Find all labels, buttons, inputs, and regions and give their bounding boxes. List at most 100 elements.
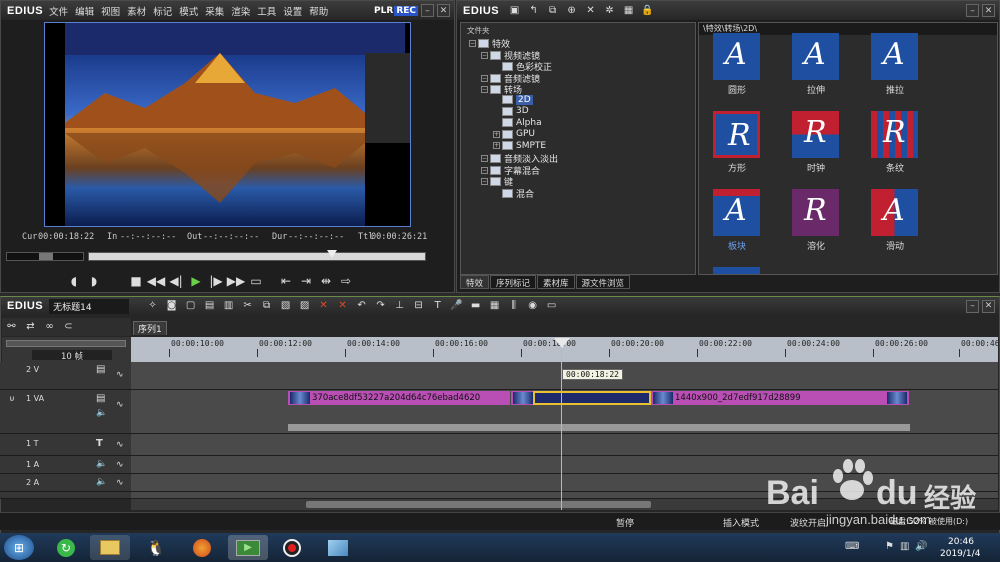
- menu-item[interactable]: 编辑: [75, 7, 94, 18]
- taskbar-explorer-icon[interactable]: [90, 535, 130, 560]
- folder-icon[interactable]: ▣: [508, 5, 521, 17]
- transition-thumbnail[interactable]: A: [792, 33, 839, 80]
- zoom-level[interactable]: 10 帧: [32, 350, 112, 362]
- microphone-icon[interactable]: 🎤: [450, 300, 463, 312]
- track-wave-icon-1a[interactable]: ∿: [116, 460, 124, 470]
- expand-icon[interactable]: −: [481, 74, 488, 82]
- palette-minimize-button[interactable]: –: [966, 4, 979, 17]
- keyboard-icon[interactable]: ⌨: [845, 541, 859, 552]
- transition-thumbnail[interactable]: R: [792, 111, 839, 158]
- camera-icon[interactable]: ◙: [165, 300, 178, 312]
- menu-item[interactable]: 素材: [127, 7, 146, 18]
- effects-icon[interactable]: ✲: [603, 5, 616, 17]
- transition-thumbnail[interactable]: A: [871, 189, 918, 236]
- timeline-minimize-button[interactable]: –: [966, 299, 979, 313]
- status-insert-mode[interactable]: 插入模式: [723, 516, 759, 529]
- minimize-button[interactable]: –: [421, 4, 434, 17]
- shuttle-slider[interactable]: [6, 252, 84, 261]
- link-icon[interactable]: ⚯: [5, 321, 18, 333]
- expand-icon[interactable]: −: [481, 86, 488, 93]
- cut-icon[interactable]: ✂: [241, 300, 254, 312]
- expand-icon[interactable]: +: [493, 142, 500, 149]
- expand-icon[interactable]: −: [469, 40, 476, 47]
- group-icon[interactable]: ▨: [298, 300, 311, 312]
- track-1va[interactable]: 370ace8df53227a204d64c76ebad4620 1440x90…: [131, 390, 998, 434]
- track-wave-icon-2a[interactable]: ∿: [116, 478, 124, 488]
- video-track-icon[interactable]: ▤: [96, 364, 105, 375]
- menu-item[interactable]: 帮助: [309, 7, 328, 18]
- flag-icon[interactable]: ⚑: [885, 541, 894, 552]
- audio-1-icon[interactable]: 🔈: [96, 459, 107, 469]
- menu-item[interactable]: 标记: [153, 7, 172, 18]
- close-button[interactable]: ✕: [437, 4, 450, 17]
- rec-indicator[interactable]: REC: [394, 5, 418, 16]
- copy-clip-icon[interactable]: ⧉: [260, 300, 273, 312]
- track-header-1t[interactable]: 1 T T ∿: [0, 434, 131, 456]
- start-button[interactable]: ⊞: [4, 535, 34, 560]
- set-in-icon[interactable]: ◖: [64, 273, 84, 289]
- track-link-icon[interactable]: ⊍: [9, 394, 15, 403]
- play-icon[interactable]: ▶: [186, 273, 206, 289]
- clock-time[interactable]: 20:46: [948, 537, 974, 547]
- overwrite-icon[interactable]: ⇥: [296, 273, 316, 289]
- palette-tab[interactable]: 序列标记: [490, 275, 537, 289]
- menu-item[interactable]: 模式: [179, 7, 198, 18]
- expand-icon[interactable]: +: [493, 130, 500, 138]
- taskbar-record-icon[interactable]: [272, 535, 312, 560]
- text-icon[interactable]: T: [431, 300, 444, 312]
- split-icon[interactable]: ⊟: [412, 300, 425, 312]
- taskbar-app-360[interactable]: ↻: [46, 535, 86, 560]
- render-icon[interactable]: ▬: [469, 300, 482, 312]
- track-header-1va[interactable]: 1 VA ⊍ ▤ 🔈 ∿: [0, 390, 131, 434]
- ripple-delete-icon[interactable]: ✕: [336, 300, 349, 312]
- expand-icon[interactable]: −: [481, 155, 488, 162]
- chain-icon[interactable]: ∞: [43, 321, 56, 333]
- transition-thumbnail[interactable]: A: [713, 189, 760, 236]
- palette-tab[interactable]: 特效: [460, 275, 490, 289]
- sync-icon[interactable]: ⇄: [24, 321, 37, 333]
- tree-item[interactable]: + GPU: [493, 129, 535, 139]
- clip-2[interactable]: 1440x900_2d7edf917d28899: [651, 391, 909, 405]
- va-track-icon[interactable]: ▤: [96, 393, 105, 404]
- scrub-handle[interactable]: [327, 250, 338, 258]
- tree-item[interactable]: +3D: [493, 106, 529, 116]
- clip-1-tail[interactable]: [511, 391, 533, 405]
- lock-icon[interactable]: 🔒: [641, 5, 654, 17]
- set-out-icon[interactable]: ◗: [84, 273, 104, 289]
- remove-icon[interactable]: ✕: [317, 300, 330, 312]
- redo-icon[interactable]: ↷: [374, 300, 387, 312]
- marker-icon[interactable]: ⊥: [393, 300, 406, 312]
- mixer-icon[interactable]: ⫼: [507, 300, 520, 312]
- plr-indicator[interactable]: PLR: [374, 6, 393, 16]
- tree-item[interactable]: +2D: [493, 94, 533, 105]
- rewind-icon[interactable]: ◀◀: [146, 273, 166, 289]
- transition-thumbnail[interactable]: R: [871, 111, 918, 158]
- sequence-tab[interactable]: 序列1: [133, 321, 167, 335]
- stop-icon[interactable]: ■: [126, 273, 146, 289]
- transition-thumbnail[interactable]: R: [792, 189, 839, 236]
- track-wave-icon-t[interactable]: ∿: [116, 440, 124, 450]
- tree-item[interactable]: +混合: [493, 187, 534, 200]
- add-icon[interactable]: ⊕: [565, 5, 578, 17]
- trim-icon[interactable]: ⇹: [316, 273, 336, 289]
- loop-icon[interactable]: ▭: [246, 273, 266, 289]
- taskbar-qq-icon[interactable]: 🐧: [136, 535, 176, 560]
- undo-icon[interactable]: ↶: [355, 300, 368, 312]
- palette-close-button[interactable]: ✕: [982, 4, 995, 17]
- volume-icon[interactable]: 🔊: [915, 541, 927, 552]
- taskbar-app-icon[interactable]: [318, 535, 358, 560]
- new-icon[interactable]: ▢: [184, 300, 197, 312]
- tree-item[interactable]: +Alpha: [493, 118, 542, 128]
- open-icon[interactable]: ▤: [203, 300, 216, 312]
- menu-item[interactable]: 文件: [49, 7, 68, 18]
- expand-icon[interactable]: −: [481, 166, 488, 174]
- track-header-2v[interactable]: 2 V ▤ ∿: [0, 362, 131, 390]
- magnet-icon[interactable]: ⊂: [62, 321, 75, 333]
- palette-tab[interactable]: 素材库: [537, 275, 575, 289]
- transition-thumbnail[interactable]: A: [713, 33, 760, 80]
- menu-item[interactable]: 采集: [205, 7, 224, 18]
- insert-icon[interactable]: ⇤: [276, 273, 296, 289]
- paste-icon[interactable]: ▧: [279, 300, 292, 312]
- menu-item[interactable]: 视图: [101, 7, 120, 18]
- transition-block[interactable]: [533, 391, 651, 405]
